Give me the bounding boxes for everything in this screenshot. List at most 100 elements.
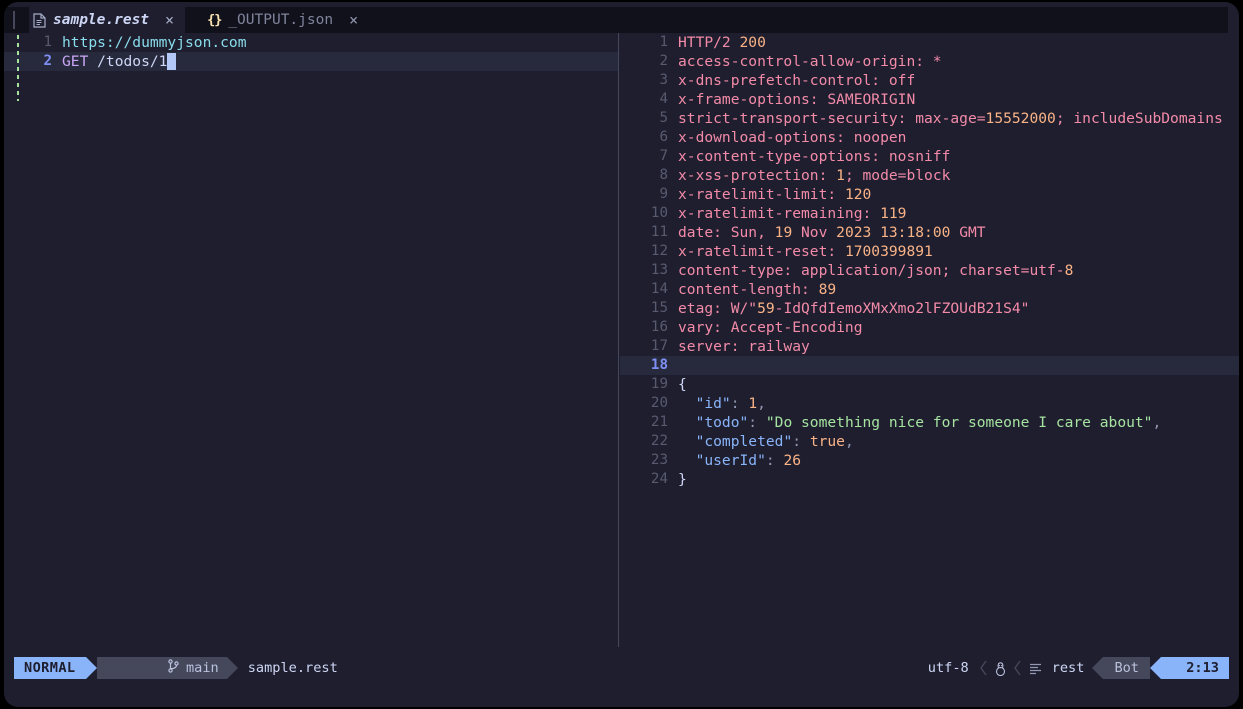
token: ; mode=block bbox=[844, 167, 951, 184]
code-line[interactable]: 13 content-type: application/json; charse… bbox=[620, 261, 1239, 280]
token: x-ratelimit-reset: bbox=[678, 243, 845, 260]
code-line[interactable]: 14 content-length: 89 bbox=[620, 280, 1239, 299]
token: 1 bbox=[748, 395, 758, 412]
line-number: 10 bbox=[650, 205, 668, 221]
close-icon[interactable]: × bbox=[162, 12, 177, 28]
status-mode: NORMAL bbox=[14, 657, 86, 679]
token: "completed" bbox=[695, 433, 793, 450]
token: /todos/1 bbox=[88, 53, 168, 70]
code-line[interactable]: 3 x-dns-prefetch-control: off bbox=[620, 71, 1239, 90]
code-line[interactable]: 17 server: railway bbox=[620, 337, 1239, 356]
line-text: https://dummyjson.com bbox=[62, 33, 247, 52]
line-text: { bbox=[678, 375, 687, 394]
response-lines: 1 HTTP/2 200 2 access-control-allow-origin:… bbox=[620, 33, 1239, 489]
token: 19 bbox=[774, 224, 793, 241]
line-number: 4 bbox=[659, 91, 668, 107]
line-text: x-download-options: noopen bbox=[678, 128, 906, 147]
tab-bar: sample.rest × {} _OUTPUT.json × bbox=[4, 7, 1228, 33]
code-line[interactable]: 23 "userId": 26 bbox=[620, 451, 1239, 470]
code-line[interactable]: 10 x-ratelimit-remaining: 119 bbox=[620, 204, 1239, 223]
code-line[interactable]: 5 strict-transport-security: max-age=1555… bbox=[620, 109, 1239, 128]
token: "todo" bbox=[695, 414, 749, 431]
line-text: GET /todos/1 bbox=[62, 52, 177, 71]
code-line[interactable]: 21 "todo": "Do something nice for someon… bbox=[620, 413, 1239, 432]
line-text: access-control-allow-origin: * bbox=[678, 52, 942, 71]
status-bar: NORMAL main sample.rest utf-8 rest Bot 2… bbox=[14, 657, 1229, 679]
token: x-frame-options: SAMEORIGIN bbox=[678, 91, 916, 108]
code-line[interactable]: 9 x-ratelimit-limit: 120 bbox=[620, 185, 1239, 204]
file-document-icon bbox=[33, 12, 46, 28]
code-line[interactable]: 1 https://dummyjson.com bbox=[4, 33, 619, 52]
code-line[interactable]: 18 bbox=[620, 356, 1239, 375]
code-line[interactable]: 20 "id": 1, bbox=[620, 394, 1239, 413]
code-line[interactable]: 2 access-control-allow-origin: * bbox=[620, 52, 1239, 71]
line-number: 8 bbox=[659, 167, 668, 183]
token: 15552000 bbox=[985, 110, 1056, 127]
code-line[interactable]: 22 "completed": true, bbox=[620, 432, 1239, 451]
token: 89 bbox=[818, 281, 837, 298]
line-text: x-frame-options: SAMEORIGIN bbox=[678, 90, 915, 109]
token: x-download-options: noopen bbox=[678, 129, 907, 146]
code-line[interactable]: 11 date: Sun, 19 Nov 2023 13:18:00 GMT bbox=[620, 223, 1239, 242]
line-text: "todo": "Do something nice for someone I… bbox=[678, 413, 1162, 432]
line-number: 2 bbox=[659, 53, 668, 69]
status-line-col: 2:13 bbox=[1161, 657, 1229, 679]
git-branch-icon bbox=[103, 643, 179, 693]
token: server: railway bbox=[678, 338, 810, 355]
token: 2023 13:18:00 bbox=[836, 224, 951, 241]
code-line[interactable]: 7 x-content-type-options: nosniff bbox=[620, 147, 1239, 166]
editor-pane-response[interactable]: 1 HTTP/2 200 2 access-control-allow-origin:… bbox=[620, 33, 1239, 647]
code-line[interactable]: 15 etag: W/"59-IdQfdIemoXMxXmo2lFZOUdB21S… bbox=[620, 299, 1239, 318]
tab-output-json[interactable]: {} _OUTPUT.json × bbox=[203, 7, 365, 33]
token: 119 bbox=[880, 205, 907, 222]
token: , bbox=[1152, 414, 1162, 431]
token: : bbox=[730, 395, 749, 412]
status-filetype: rest bbox=[1051, 660, 1085, 676]
code-line[interactable]: 8 x-xss-protection: 1; mode=block bbox=[620, 166, 1239, 185]
token: date: Sun, bbox=[678, 224, 775, 241]
code-line[interactable]: 16 vary: Accept-Encoding bbox=[620, 318, 1239, 337]
close-icon[interactable]: × bbox=[346, 12, 361, 28]
line-number: 1 bbox=[659, 34, 668, 50]
token: } bbox=[678, 471, 687, 488]
json-braces-icon: {} bbox=[207, 12, 222, 28]
line-text: x-dns-prefetch-control: off bbox=[678, 71, 915, 90]
line-text: x-ratelimit-reset: 1700399891 bbox=[678, 242, 933, 261]
line-text: x-ratelimit-limit: 120 bbox=[678, 185, 871, 204]
token: 1 bbox=[836, 167, 845, 184]
token: 200 bbox=[739, 34, 766, 51]
token: content-length: bbox=[678, 281, 819, 298]
code-line[interactable]: 2 GET /todos/1 bbox=[4, 52, 619, 71]
token: etag: W/" bbox=[678, 300, 758, 317]
editor-pane-request[interactable]: 1 https://dummyjson.com 2 GET /todos/1 bbox=[4, 33, 619, 647]
code-line[interactable]: 12 x-ratelimit-reset: 1700399891 bbox=[620, 242, 1239, 261]
line-text: "id": 1, bbox=[678, 394, 766, 413]
code-line[interactable]: 19 { bbox=[620, 375, 1239, 394]
token: HTTP/2 bbox=[678, 34, 740, 51]
token: "Do something nice for someone I care ab… bbox=[765, 414, 1153, 431]
line-text: x-ratelimit-remaining: 119 bbox=[678, 204, 906, 223]
line-number: 24 bbox=[650, 471, 668, 487]
tab-sample-rest[interactable]: sample.rest × bbox=[29, 7, 186, 33]
line-number: 23 bbox=[650, 452, 668, 468]
line-text: content-length: 89 bbox=[678, 280, 836, 299]
tab-label: _OUTPUT.json bbox=[228, 12, 334, 28]
line-text: strict-transport-security: max-age=15552… bbox=[678, 109, 1223, 128]
code-line[interactable]: 24} bbox=[620, 470, 1239, 489]
line-number: 5 bbox=[659, 110, 668, 126]
token: , bbox=[757, 395, 766, 412]
status-git-branch[interactable]: main bbox=[96, 657, 227, 679]
line-text: x-content-type-options: nosniff bbox=[678, 147, 950, 166]
code-line[interactable]: 6 x-download-options: noopen bbox=[620, 128, 1239, 147]
branch-label: main bbox=[186, 660, 219, 676]
status-scroll-position: Bot bbox=[1103, 657, 1150, 679]
chevron-left-icon-1 bbox=[975, 657, 992, 679]
line-text: "completed": true, bbox=[678, 432, 854, 451]
tab-label: sample.rest bbox=[53, 12, 150, 28]
line-text: HTTP/2 200 bbox=[678, 33, 766, 52]
token: 8 bbox=[1064, 262, 1074, 279]
line-number: 20 bbox=[650, 395, 668, 411]
code-line[interactable]: 4 x-frame-options: SAMEORIGIN bbox=[620, 90, 1239, 109]
code-line[interactable]: 1 HTTP/2 200 bbox=[620, 33, 1239, 52]
line-text: server: railway bbox=[678, 337, 810, 356]
